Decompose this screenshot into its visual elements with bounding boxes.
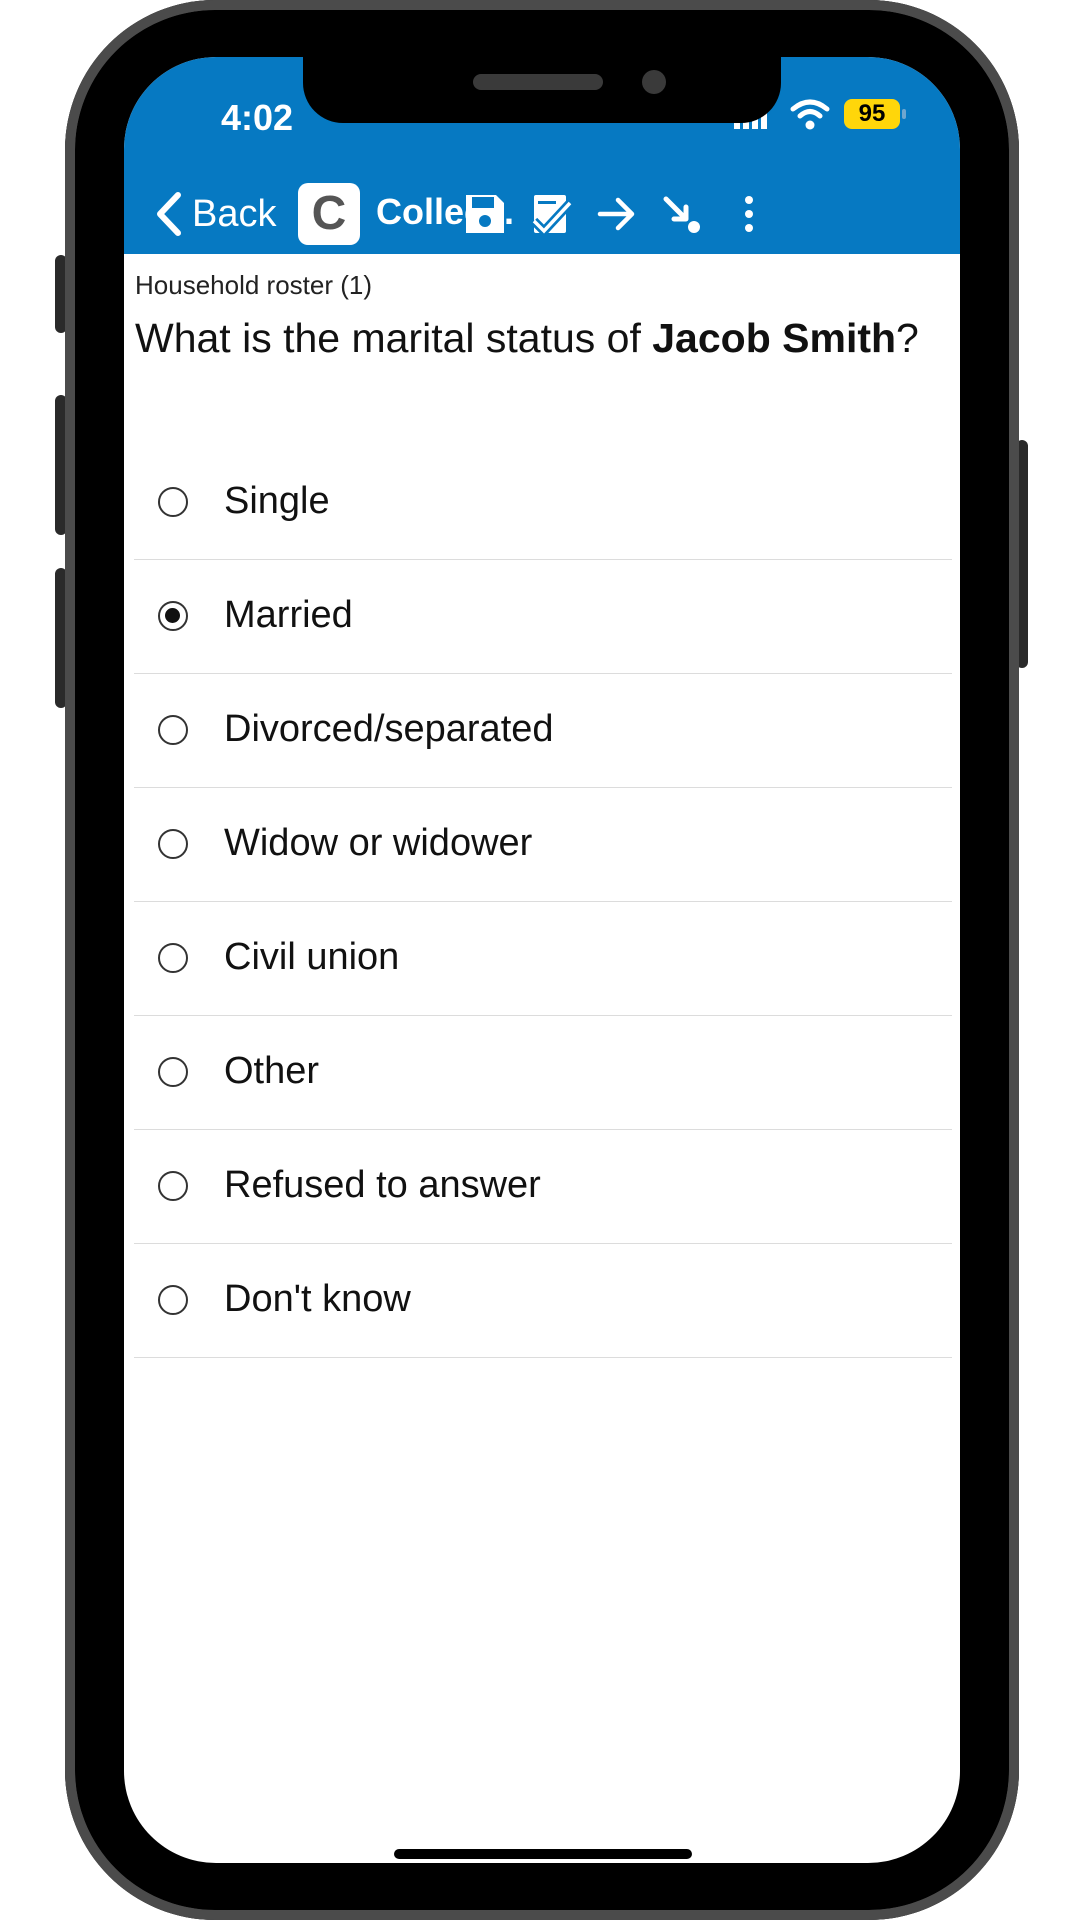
- radio-button-checked[interactable]: [158, 601, 188, 631]
- option-row[interactable]: Refused to answer: [134, 1130, 952, 1244]
- back-label: Back: [192, 192, 277, 235]
- check-document-icon[interactable]: [528, 191, 574, 237]
- front-camera: [642, 70, 666, 94]
- option-row[interactable]: Civil union: [134, 902, 952, 1016]
- notch: [303, 57, 781, 123]
- option-row[interactable]: Single: [134, 446, 952, 560]
- radio-button[interactable]: [158, 943, 188, 973]
- radio-button[interactable]: [158, 829, 188, 859]
- option-label: Widow or widower: [224, 822, 533, 864]
- save-icon[interactable]: [462, 191, 508, 237]
- arrow-right-icon[interactable]: [594, 191, 640, 237]
- option-label: Single: [224, 480, 330, 522]
- battery-tip: [902, 109, 906, 119]
- option-row[interactable]: Don't know: [134, 1244, 952, 1358]
- option-label: Divorced/separated: [224, 708, 554, 750]
- option-label: Civil union: [224, 936, 400, 978]
- option-label: Married: [224, 594, 353, 636]
- home-indicator[interactable]: [394, 1849, 692, 1859]
- question-suffix: ?: [896, 315, 919, 361]
- toolbar: Back C Collec...: [124, 177, 960, 251]
- option-row[interactable]: Other: [134, 1016, 952, 1130]
- app-badge: C: [298, 183, 360, 245]
- option-label: Don't know: [224, 1278, 411, 1320]
- speaker: [473, 74, 603, 90]
- option-row[interactable]: Divorced/separated: [134, 674, 952, 788]
- question-prefix: What is the marital status of: [135, 315, 653, 361]
- question-text: What is the marital status of Jacob Smit…: [135, 312, 935, 364]
- battery-indicator: 95: [844, 99, 900, 129]
- radio-button[interactable]: [158, 1285, 188, 1315]
- radio-button[interactable]: [158, 487, 188, 517]
- jump-to-end-icon[interactable]: [660, 191, 706, 237]
- question-person: Jacob Smith: [652, 315, 897, 361]
- screen: 4:02 95 Back C Collec... Household roste…: [124, 57, 960, 1863]
- option-label: Other: [224, 1050, 320, 1092]
- more-vert-icon[interactable]: [726, 191, 772, 237]
- radio-button[interactable]: [158, 715, 188, 745]
- wifi-icon: [790, 99, 830, 130]
- chevron-left-icon: [157, 192, 181, 236]
- section-label: Household roster (1): [135, 270, 372, 300]
- option-row[interactable]: Married: [134, 560, 952, 674]
- radio-button[interactable]: [158, 1171, 188, 1201]
- option-row[interactable]: Widow or widower: [134, 788, 952, 902]
- back-button[interactable]: Back: [154, 177, 276, 251]
- option-list: Single Married Divorced/separated Widow or …: [134, 446, 952, 1358]
- status-time: 4:02: [221, 97, 294, 138]
- option-label: Refused to answer: [224, 1164, 541, 1206]
- radio-button[interactable]: [158, 1057, 188, 1087]
